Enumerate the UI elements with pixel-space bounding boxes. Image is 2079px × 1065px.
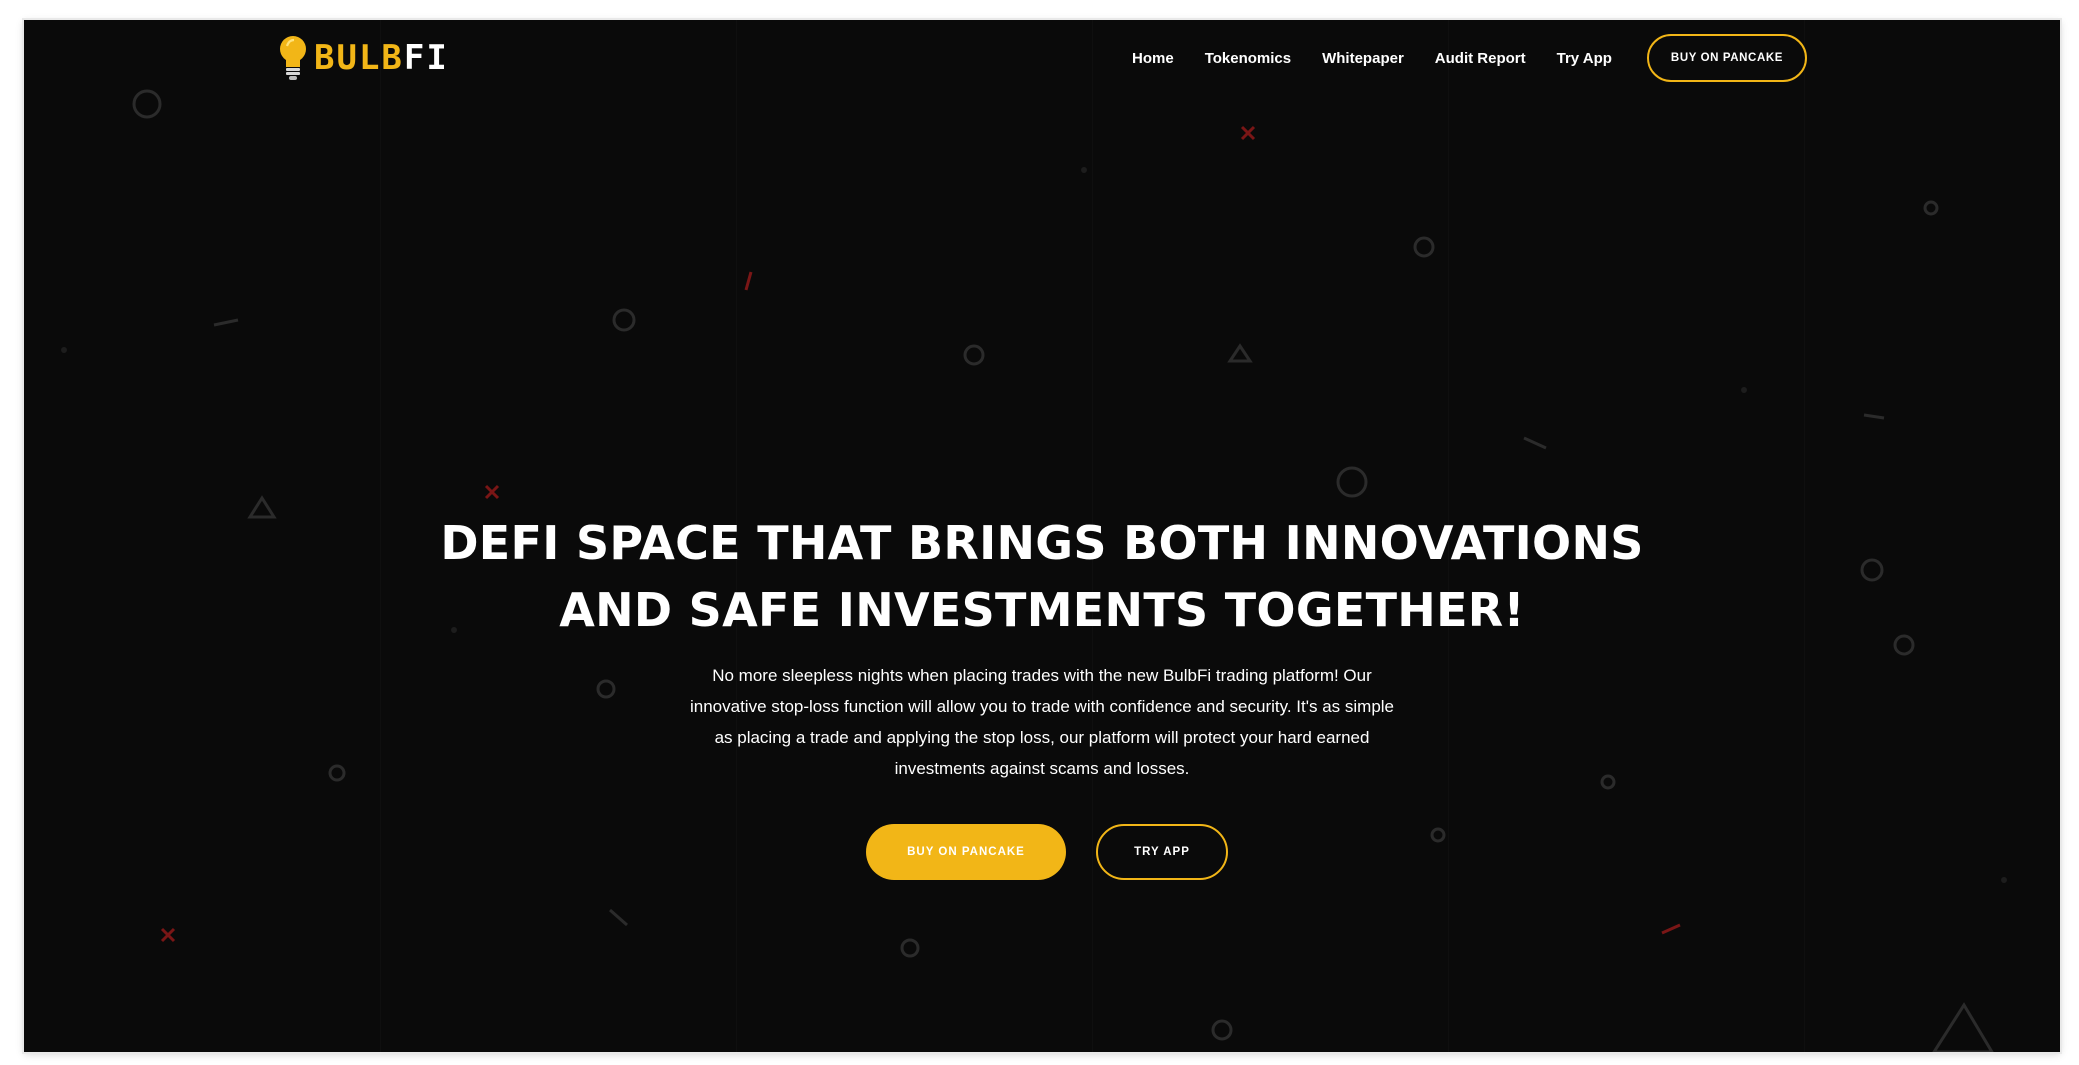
nav-link-tokenomics[interactable]: Tokenomics xyxy=(1205,50,1291,67)
nav-link-audit-report[interactable]: Audit Report xyxy=(1435,50,1526,67)
nav-buy-on-pancake-button[interactable]: BUY ON PANCAKE xyxy=(1646,34,1808,82)
try-app-button[interactable]: TRY APP xyxy=(1096,824,1228,880)
logo-wordmark: BULBFI xyxy=(314,41,449,75)
buy-on-pancake-button[interactable]: BUY ON PANCAKE xyxy=(866,824,1066,880)
bulbfi-logo[interactable]: BULBFI xyxy=(278,32,449,84)
hero-title-line-2: AND SAFE INVESTMENTS TOGETHER! xyxy=(559,583,1525,637)
hero-description: No more sleepless nights when placing tr… xyxy=(689,666,1395,778)
top-navbar: BULBFI Home Tokenomics Whitepaper Audit … xyxy=(24,20,2060,96)
hero-title: DEFI SPACE THAT BRINGS BOTH INNOVATIONS … xyxy=(24,510,2060,644)
logo-fi-text: FI xyxy=(403,38,449,78)
hero-title-line-1: DEFI SPACE THAT BRINGS BOTH INNOVATIONS xyxy=(440,516,1644,570)
nav-link-whitepaper[interactable]: Whitepaper xyxy=(1322,50,1404,67)
hero-button-group: BUY ON PANCAKE TRY APP xyxy=(24,824,2060,880)
website-frame: BULBFI Home Tokenomics Whitepaper Audit … xyxy=(24,20,2060,1052)
lightbulb-icon xyxy=(280,36,306,80)
nav-link-try-app[interactable]: Try App xyxy=(1557,50,1612,67)
nav-link-home[interactable]: Home xyxy=(1132,50,1174,67)
logo-bulb-text: BULB xyxy=(314,38,404,78)
main-navigation: Home Tokenomics Whitepaper Audit Report … xyxy=(1132,20,1808,96)
